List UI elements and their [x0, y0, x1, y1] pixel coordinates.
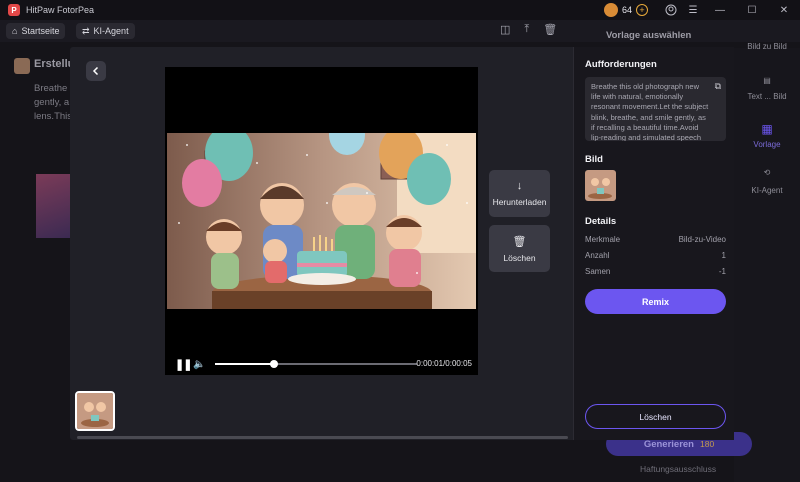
source-image [585, 170, 616, 201]
detail-value: 1 [721, 251, 726, 260]
maximize-icon[interactable]: ☐ [736, 0, 768, 20]
prompt-text: Breathe this old photograph new life wit… [591, 82, 709, 141]
background-thumbnail [36, 174, 70, 238]
app-logo-icon: P [8, 4, 20, 16]
image-title: Bild [585, 154, 603, 165]
home-tab-label: Startseite [21, 26, 60, 36]
details-panel: Aufforderungen Breathe this old photogra… [573, 47, 734, 440]
avatar [14, 58, 30, 74]
detail-label: Samen [585, 267, 611, 276]
video-frame [167, 133, 476, 309]
export-icon[interactable]: ⤒ [524, 23, 529, 36]
progress-slider[interactable] [215, 360, 417, 368]
download-label: Herunterladen [492, 197, 547, 207]
add-credits-button[interactable]: + [636, 4, 648, 16]
minimize-icon[interactable]: — [704, 0, 736, 20]
sidebar-item-text-to-image[interactable]: Text ... Bild [734, 92, 800, 101]
selected-thumbnail[interactable] [75, 391, 115, 431]
sidebar-item-template[interactable]: Vorlage [734, 140, 800, 149]
trash-icon[interactable]: 🗑 [543, 23, 557, 36]
prompt-box: Breathe this old photograph new life wit… [585, 77, 726, 141]
credits-count: 64 [621, 5, 632, 15]
detail-value: -1 [718, 267, 726, 276]
delete-label: Löschen [503, 252, 536, 263]
pause-icon[interactable]: ❚❚ [175, 358, 192, 371]
remix-button[interactable]: Remix [585, 289, 726, 314]
detail-label: Anzahl [585, 251, 610, 260]
mute-icon[interactable]: 🔈 [193, 359, 207, 370]
progress-fill [215, 363, 274, 365]
background-heading: Erstellu [34, 58, 75, 70]
prompt-title: Aufforderungen [585, 59, 657, 70]
download-icon: ↓ [516, 180, 523, 192]
sidebar-item-image-to-image[interactable]: Bild zu Bild [734, 42, 800, 51]
background-paragraph: Breathe gently, a lens.This [34, 83, 70, 122]
nav-tools: ◫ ⤒ 🗑 [500, 23, 557, 36]
generate-credits: 180 [699, 439, 715, 449]
delete-button[interactable]: 🗑 Löschen [489, 225, 550, 272]
app-window: P HitPaw FotorPea 64 + ☰ — ☐ ✕ ⌂ Startse… [0, 0, 800, 482]
home-tab[interactable]: ⌂ Startseite [6, 23, 66, 39]
chevron-left-icon [92, 66, 99, 76]
time-readout: 0:00:01/0:00:05 [416, 359, 472, 368]
video-player[interactable]: ❚❚ 🔈 0:00:01/0:00:05 [165, 67, 478, 375]
player-controls: ❚❚ 🔈 0:00:01/0:00:05 [165, 353, 478, 375]
credits-coin-icon [603, 3, 618, 17]
source-image-thumbnail[interactable] [585, 170, 616, 201]
trash-icon: 🗑 [512, 235, 527, 248]
detail-value: Bild-zu-Video [678, 235, 726, 244]
preview-modal: ❚❚ 🔈 0:00:01/0:00:05 ↓ Herunterladen 🗑 L… [70, 47, 734, 440]
thumbnail-image [77, 393, 113, 429]
title-bar-controls: 64 + ☰ — ☐ ✕ [603, 0, 800, 20]
right-sidebar: Bild zu Bild ▤ Text ... Bild ▦ Vorlage ⟲… [734, 42, 800, 482]
title-bar: P HitPaw FotorPea 64 + ☰ — ☐ ✕ [0, 0, 800, 20]
agent-tab-label: KI-Agent [93, 26, 129, 36]
template-title: Vorlage auswählen [606, 30, 692, 41]
menu-icon[interactable]: ☰ [682, 0, 704, 20]
panel-delete-button[interactable]: Löschen [585, 404, 726, 429]
horizontal-scrollbar[interactable] [77, 436, 568, 439]
background-content: Erstellu Breathe gently, a lens.This [0, 48, 74, 482]
sidebar-template-icon[interactable]: ▦ [734, 122, 800, 136]
sidebar-item-text-image-icon[interactable]: ▤ [734, 76, 800, 85]
swap-icon: ⇄ [82, 25, 90, 36]
detail-label: Merkmale [585, 235, 621, 244]
account-icon[interactable] [660, 0, 682, 20]
close-icon[interactable]: ✕ [768, 0, 800, 20]
copy-icon[interactable]: ⧉ [715, 81, 721, 92]
home-icon: ⌂ [12, 26, 18, 36]
progress-handle[interactable] [269, 360, 278, 368]
generate-label: Generieren [643, 438, 694, 450]
sidebar-agent-icon[interactable]: ⟲ [734, 168, 800, 177]
details-title: Details [585, 216, 617, 227]
compare-icon[interactable]: ◫ [500, 23, 510, 36]
app-title: HitPaw FotorPea [26, 5, 95, 15]
agent-tab[interactable]: ⇄ KI-Agent [76, 23, 135, 39]
sidebar-item-agent[interactable]: KI-Agent [734, 186, 800, 195]
detail-row: Anzahl 1 [585, 251, 726, 260]
disclaimer-link[interactable]: Haftungsausschluss [640, 464, 716, 474]
download-button[interactable]: ↓ Herunterladen [489, 170, 550, 217]
back-button[interactable] [86, 61, 106, 81]
detail-row: Merkmale Bild-zu-Video [585, 235, 726, 244]
detail-row: Samen -1 [585, 267, 726, 276]
